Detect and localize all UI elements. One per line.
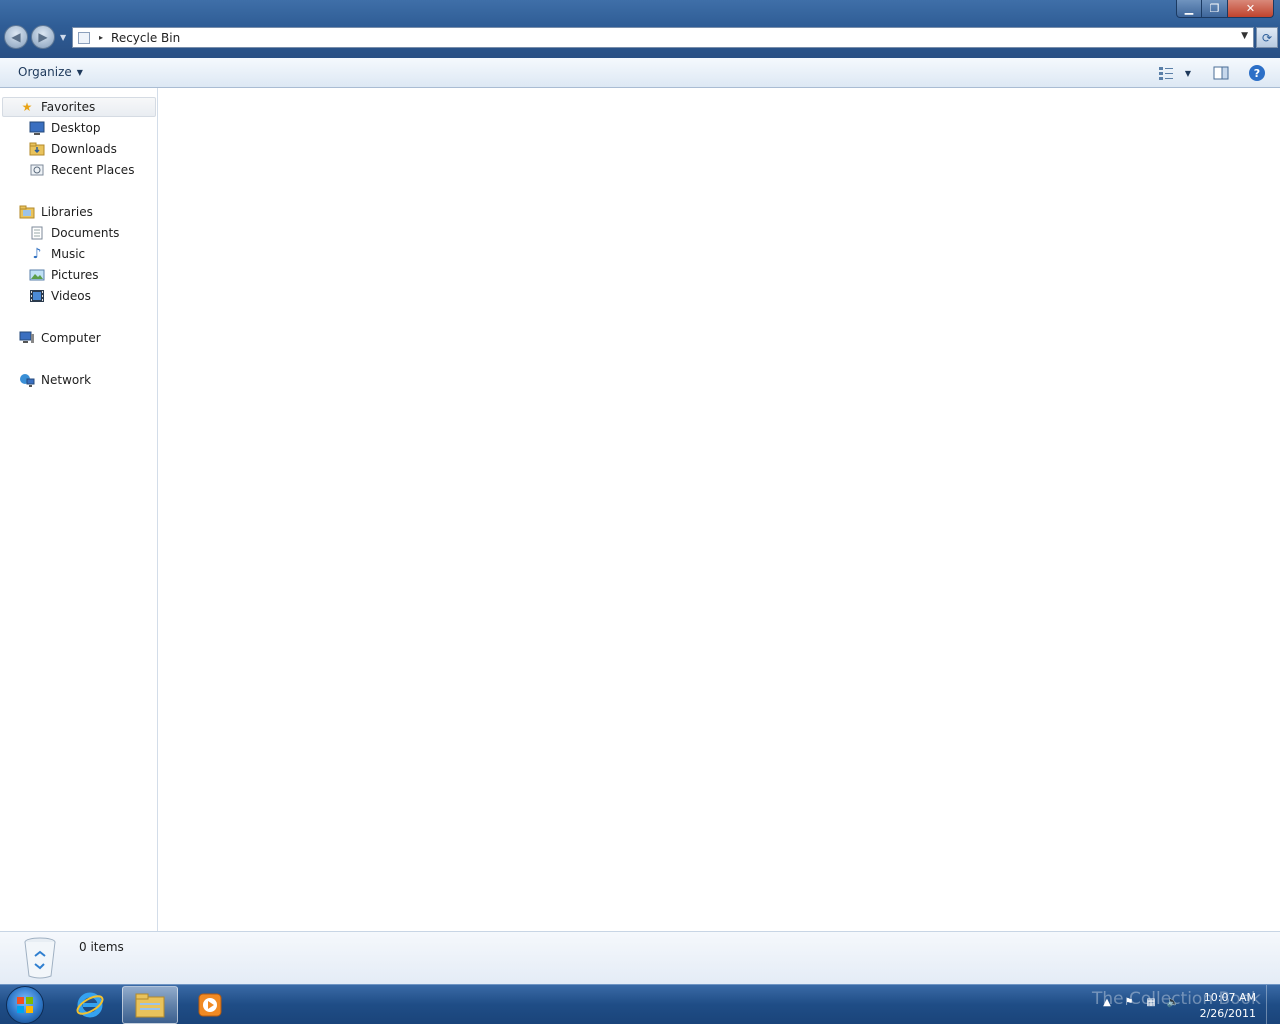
title-bar: ▁ ❐ ✕ ◀ ▶ ▼ ▸ Recycle Bin ▼ ⟳ (0, 0, 1280, 58)
view-list-icon (1159, 67, 1173, 80)
show-desktop-button[interactable] (1266, 985, 1280, 1025)
computer-icon (19, 330, 35, 346)
nav-videos-label: Videos (51, 289, 91, 303)
organize-button[interactable]: Organize ▼ (18, 65, 83, 79)
breadcrumb-chevron-icon[interactable]: ▸ (99, 33, 103, 42)
volume-icon[interactable]: 🔈 (1166, 995, 1180, 1009)
change-view-button[interactable] (1158, 65, 1174, 81)
taskbar-windows-explorer[interactable] (122, 986, 178, 1024)
nav-downloads[interactable]: Downloads (29, 139, 117, 159)
nav-computer-label: Computer (41, 331, 101, 345)
breadcrumb-recycle-bin[interactable]: Recycle Bin (111, 31, 180, 45)
file-list-pane[interactable] (159, 88, 1280, 931)
navigation-pane: ★ Favorites Desktop Downloads Recent Pla… (0, 88, 158, 931)
close-button[interactable]: ✕ (1228, 0, 1274, 18)
libraries-icon (19, 204, 35, 220)
refresh-icon: ⟳ (1261, 30, 1273, 45)
folder-icon (135, 993, 165, 1018)
nav-desktop-label: Desktop (51, 121, 101, 135)
nav-libraries[interactable]: Libraries (19, 202, 93, 222)
documents-icon (29, 225, 45, 241)
preview-pane-button[interactable] (1213, 65, 1229, 81)
recent-places-icon (29, 162, 45, 178)
item-count-label: 0 items (79, 940, 124, 954)
notification-area: ▲ ⚑ ▦ 🔈 (1100, 995, 1180, 1009)
nav-documents-label: Documents (51, 226, 120, 240)
nav-network-label: Network (41, 373, 92, 387)
internet-explorer-icon (76, 992, 104, 1018)
arrow-left-icon: ◀ (11, 30, 21, 44)
nav-music[interactable]: ♪ Music (29, 244, 86, 264)
minimize-button[interactable]: ▁ (1176, 0, 1202, 18)
taskbar-internet-explorer[interactable] (62, 986, 118, 1024)
action-center-flag-icon[interactable]: ⚑ (1122, 995, 1136, 1009)
nav-favorites[interactable]: ★ Favorites (2, 97, 156, 117)
details-pane: 0 items (0, 931, 1280, 984)
nav-network[interactable]: Network (19, 370, 91, 390)
help-icon: ? (1253, 66, 1261, 80)
star-icon: ★ (21, 100, 33, 114)
pictures-icon (29, 267, 45, 283)
refresh-button[interactable]: ⟳ (1256, 27, 1278, 48)
taskbar-media-player[interactable] (182, 986, 238, 1024)
back-button[interactable]: ◀ (4, 25, 28, 49)
address-bar[interactable]: ▸ Recycle Bin ▼ (72, 27, 1254, 48)
recycle-bin-small-icon (78, 31, 90, 44)
nav-documents[interactable]: Documents (29, 223, 119, 243)
show-hidden-icons-icon[interactable]: ▲ (1100, 995, 1114, 1009)
view-options-dropdown[interactable]: ▼ (1180, 65, 1196, 81)
media-player-icon (198, 993, 222, 1017)
clock-time: 10:07 AM (1203, 991, 1256, 1004)
arrow-right-icon: ▶ (38, 30, 48, 44)
nav-music-label: Music (51, 247, 86, 261)
nav-computer[interactable]: Computer (19, 328, 101, 348)
clock[interactable]: 10:07 AM 2/26/2011 (1200, 990, 1256, 1022)
nav-desktop[interactable]: Desktop (29, 118, 101, 138)
network-tray-icon[interactable]: ▦ (1144, 995, 1158, 1009)
maximize-button[interactable]: ❐ (1202, 0, 1228, 18)
nav-recent-places-label: Recent Places (51, 163, 135, 177)
nav-downloads-label: Downloads (51, 142, 117, 156)
nav-pictures[interactable]: Pictures (29, 265, 99, 285)
preview-pane-icon (1213, 66, 1229, 80)
clock-date: 2/26/2011 (1199, 1007, 1256, 1020)
chevron-down-icon: ▼ (76, 67, 83, 77)
start-button[interactable] (6, 986, 44, 1024)
window-controls: ▁ ❐ ✕ (1176, 0, 1274, 18)
nav-recent-places[interactable]: Recent Places (29, 160, 134, 180)
nav-libraries-label: Libraries (41, 205, 93, 219)
organize-label: Organize (18, 65, 72, 79)
videos-icon (29, 288, 45, 304)
taskbar: The Collection Book ▲ ⚑ ▦ 🔈 10:07 AM 2/2… (0, 984, 1280, 1025)
network-icon (19, 372, 35, 388)
recent-pages-dropdown[interactable]: ▼ (60, 33, 66, 42)
desktop-icon (29, 120, 45, 136)
downloads-folder-icon (29, 141, 45, 157)
recycle-bin-icon (24, 937, 56, 979)
nav-pictures-label: Pictures (51, 268, 99, 282)
music-note-icon: ♪ (32, 246, 42, 262)
windows-logo-icon (17, 997, 33, 1013)
command-toolbar: Organize ▼ ▼ ? (0, 58, 1280, 88)
forward-button[interactable]: ▶ (31, 25, 55, 49)
nav-favorites-label: Favorites (41, 100, 96, 114)
help-button[interactable]: ? (1249, 65, 1265, 81)
nav-videos[interactable]: Videos (29, 286, 91, 306)
address-dropdown-icon[interactable]: ▼ (1241, 31, 1248, 41)
